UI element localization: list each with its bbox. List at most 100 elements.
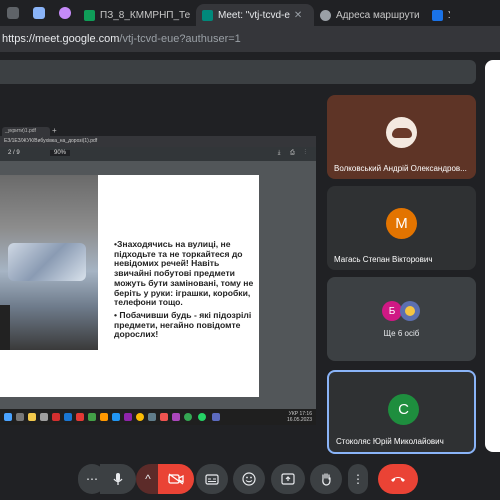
- chrome-icon: [136, 413, 144, 421]
- more-participants-label: Ще 6 осіб: [383, 329, 420, 338]
- raise-hand-icon: [322, 473, 331, 486]
- end-call-icon: [391, 477, 405, 482]
- emoji-button[interactable]: [233, 464, 265, 494]
- tab-pinned-1[interactable]: [0, 0, 26, 26]
- new-tab-icon: +: [52, 126, 57, 135]
- app-icon: [112, 413, 120, 421]
- zoom-level: 90%: [50, 150, 71, 156]
- emoji-icon: [242, 472, 256, 486]
- participant-tile[interactable]: М Магась Степан Вікторович: [327, 186, 476, 270]
- system-tray: УКР 17:16 16.05.2023: [287, 411, 312, 423]
- app-icon: [64, 413, 72, 421]
- url-path: /vtj-tcvd-eue?authuser=1: [119, 33, 241, 45]
- avatar-photo: [400, 301, 420, 321]
- pdf-viewer: •Знаходячись на вулиці, не підходьте та …: [0, 161, 316, 409]
- tab-label: Адреса маршрутиз: [336, 9, 420, 21]
- tab-pinned-2-icon: [33, 7, 45, 19]
- participant-name: Магась Степан Вікторович: [334, 255, 433, 264]
- shared-address-bar: ЕЗ/1ЕЗ/ЖУК/Вибухівка_на_дорозі(1).pdf: [0, 136, 316, 147]
- app-icon: [52, 413, 60, 421]
- tab-label: ПЗ_8_КММРНП_Тем: [100, 9, 190, 21]
- slide-text: •Знаходячись на вулиці, не підходьте та …: [114, 239, 254, 343]
- side-panel[interactable]: [485, 60, 500, 452]
- tab-router[interactable]: Адреса маршрутиз: [314, 4, 426, 26]
- close-tab-icon[interactable]: ✕: [294, 10, 302, 21]
- tab-pinned-2[interactable]: [26, 0, 52, 26]
- camera-button[interactable]: [158, 464, 194, 494]
- app-icon: [76, 413, 84, 421]
- avatar: [386, 117, 417, 148]
- pdf-toolbar: 2 / 9 90% ⤓ ⎙ ⋮: [0, 147, 316, 161]
- avatar-photo: [391, 127, 412, 138]
- present-button[interactable]: [271, 464, 305, 494]
- avatar: С: [388, 394, 419, 425]
- tab-pinned-3[interactable]: [52, 0, 78, 26]
- more-participants-tile[interactable]: Б Ще 6 осіб: [327, 277, 476, 361]
- app-icon: [40, 413, 48, 421]
- participant-tile-active[interactable]: С Стоколяс Юрій Миколайович: [327, 370, 476, 454]
- chevron-up-icon: ^: [145, 472, 151, 486]
- sheets-icon: [84, 9, 95, 21]
- photo-shadow: [0, 305, 10, 350]
- tab-pinned-3-icon: [59, 7, 71, 19]
- tab-label: Узн: [448, 10, 450, 21]
- slide-photo: [0, 175, 98, 350]
- globe-icon: [320, 9, 331, 21]
- app-icon: [172, 413, 180, 421]
- tray-date: 16.05.2023: [286, 417, 312, 423]
- app-icon: [88, 413, 96, 421]
- more-options-icon: ⋯: [86, 472, 98, 486]
- app-icon: [148, 413, 156, 421]
- slide-point-1: •Знаходячись на вулиці, не підходьте та …: [114, 239, 254, 308]
- mic-button[interactable]: [100, 464, 136, 494]
- page-indicator: 2 / 9: [8, 150, 20, 156]
- address-bar[interactable]: https://meet.google.com/vtj-tcvd-eue?aut…: [0, 26, 500, 52]
- app-icon: [212, 413, 220, 421]
- meeting-controls: ⋯ ^ ⋮: [0, 462, 500, 500]
- tab-strip: ПЗ_8_КММРНП_Тем Meet: "vtj-tcvd-e ✕ Адре…: [0, 0, 500, 26]
- avatar-group: Б: [382, 301, 422, 321]
- tab-other[interactable]: Узн: [426, 4, 456, 26]
- slide: •Знаходячись на вулиці, не підходьте та …: [0, 175, 259, 397]
- captions-button[interactable]: [196, 464, 228, 494]
- app-icon: [124, 413, 132, 421]
- mic-icon: [113, 473, 123, 485]
- captions-icon: [205, 473, 219, 485]
- start-icon: [4, 413, 12, 421]
- app-icon: [160, 413, 168, 421]
- presentation-banner: [0, 60, 476, 84]
- meet-icon: [202, 9, 213, 21]
- whatsapp-icon: [198, 413, 206, 421]
- avatar: М: [386, 208, 417, 239]
- present-icon: [281, 473, 295, 485]
- participant-name: Волковський Андрій Олександров...: [334, 164, 467, 173]
- participant-tile[interactable]: Волковський Андрій Олександров...: [327, 95, 476, 179]
- slide-point-2: • Побачивши будь - які підозрілі предмет…: [114, 309, 252, 340]
- camera-off-icon: [168, 473, 184, 485]
- tab-meet[interactable]: Meet: "vtj-tcvd-e ✕: [196, 4, 314, 26]
- pdf-toolbar-icons: ⤓ ⎙ ⋮: [277, 150, 310, 156]
- browser-window: ПЗ_8_КММРНП_Тем Meet: "vtj-tcvd-e ✕ Адре…: [0, 0, 500, 500]
- photo-bag: [8, 243, 86, 281]
- tab-label: Meet: "vtj-tcvd-e: [218, 9, 290, 21]
- camera-options-button[interactable]: ^: [136, 464, 160, 494]
- shared-url: ЕЗ/1ЕЗ/ЖУК/Вибухівка_на_дорозі(1).pdf: [4, 138, 98, 144]
- shared-tab: _укрити)1.pdf: [2, 127, 50, 136]
- chrome-icon: [184, 413, 192, 421]
- url-text: https://meet.google.com/vtj-tcvd-eue?aut…: [2, 33, 241, 45]
- page-icon: [432, 9, 443, 21]
- more-vert-button[interactable]: ⋮: [348, 464, 368, 494]
- tab-pinned-1-icon: [7, 7, 19, 19]
- files-icon: [28, 413, 36, 421]
- participant-name: Стоколяс Юрій Миколайович: [336, 437, 444, 446]
- url-host: https://meet.google.com: [2, 33, 120, 45]
- search-icon: [16, 413, 24, 421]
- tab-pz8[interactable]: ПЗ_8_КММРНП_Тем: [78, 4, 196, 26]
- shared-taskbar: УКР 17:16 16.05.2023: [0, 409, 316, 425]
- shared-screen: _укрити)1.pdf + ЕЗ/1ЕЗ/ЖУК/Вибухівка_на_…: [0, 125, 316, 425]
- more-vert-icon: ⋮: [352, 472, 364, 486]
- raise-hand-button[interactable]: [310, 464, 342, 494]
- end-call-button[interactable]: [378, 464, 418, 494]
- app-icon: [100, 413, 108, 421]
- avatar: Б: [382, 301, 402, 321]
